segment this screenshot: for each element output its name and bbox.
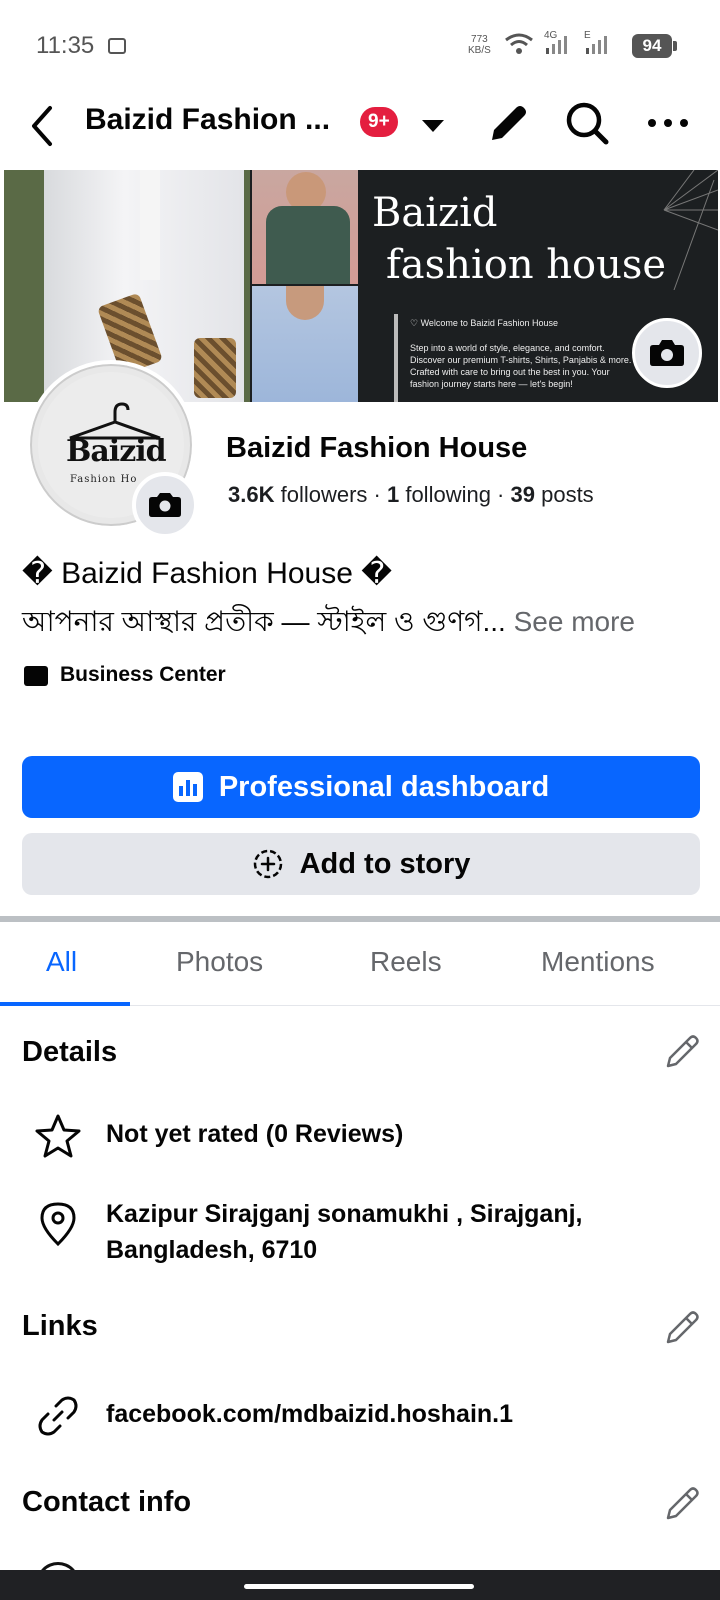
facebook-link[interactable]: facebook.com/mdbaizid.hoshain.1 — [106, 1396, 513, 1432]
pencil-icon[interactable] — [484, 100, 532, 148]
network-speed-unit: KB/S — [468, 45, 491, 56]
bio-line: আপনার আস্থার প্রতীক — স্টাইল ও গুণগ... — [22, 606, 506, 637]
cover-tshirt — [266, 206, 350, 284]
search-icon[interactable] — [562, 98, 612, 148]
camera-icon — [149, 493, 181, 517]
caret-down-icon[interactable] — [418, 110, 448, 140]
avatar-brand: Baizid — [66, 434, 167, 469]
professional-dashboard-label: Professional dashboard — [218, 770, 550, 803]
business-center-link[interactable]: Business Center — [60, 663, 226, 687]
profile-tabs: All Photos Reels Mentions — [0, 922, 720, 1006]
address-text: Kazipur Sirajganj sonamukhi , Sirajganj,… — [106, 1196, 583, 1268]
cover-cuff — [194, 338, 236, 398]
status-bar: 11:35 773 KB/S 4G E 94 — [0, 0, 720, 90]
posts-label: posts — [534, 482, 594, 507]
location-pin-icon — [40, 1202, 76, 1247]
cover-title-line2: fashion house — [386, 242, 667, 288]
cover-title-line1: Baizid — [372, 190, 498, 236]
status-time: 11:35 — [36, 32, 95, 59]
camera-icon — [650, 340, 684, 366]
notification-badge[interactable]: 9+ — [360, 107, 398, 137]
contact-info-title: Contact info — [22, 1486, 192, 1518]
following-count[interactable]: 1 — [387, 482, 399, 507]
active-tab-indicator — [0, 1002, 130, 1006]
page-header: Baizid Fashion ... 9+ — [0, 90, 720, 168]
followers-count[interactable]: 3.6K — [228, 482, 274, 507]
details-title: Details — [22, 1036, 118, 1068]
tab-reels[interactable]: Reels — [370, 946, 442, 978]
cover-placket — [140, 170, 160, 280]
system-nav-bar — [0, 1570, 720, 1600]
back-arrow-icon[interactable] — [22, 98, 62, 154]
add-circle-icon — [253, 849, 282, 879]
edit-links-icon[interactable] — [662, 1308, 702, 1348]
network-speed: 773 KB/S — [468, 34, 491, 56]
dashboard-chart-icon — [172, 772, 203, 802]
tab-photos[interactable]: Photos — [176, 946, 263, 978]
address-line2: Bangladesh, 6710 — [106, 1236, 318, 1264]
avatar-subtitle: Fashion Ho — [70, 474, 138, 485]
tab-all[interactable]: All — [46, 946, 77, 978]
professional-dashboard-button[interactable]: Professional dashboard — [22, 756, 700, 818]
star-icon — [35, 1114, 81, 1158]
add-to-story-label: Add to story — [299, 847, 471, 880]
add-to-story-button[interactable]: Add to story — [22, 833, 700, 895]
rating-text: Not yet rated (0 Reviews) — [106, 1120, 404, 1148]
following-label: following · — [399, 482, 511, 507]
posts-count[interactable]: 39 — [511, 482, 535, 507]
network-speed-value: 773 — [471, 34, 488, 45]
cover-accent-bar — [394, 314, 398, 402]
cover-camera-button[interactable] — [632, 318, 702, 388]
edit-details-icon[interactable] — [662, 1032, 702, 1072]
briefcase-icon — [24, 666, 48, 686]
cover-welcome: ♡ Welcome to Baizid Fashion House — [410, 318, 558, 328]
home-gesture-handle[interactable] — [244, 1584, 474, 1589]
header-title[interactable]: Baizid Fashion ... — [85, 103, 330, 137]
more-options-icon[interactable] — [646, 108, 690, 138]
edit-contact-icon[interactable] — [662, 1484, 702, 1524]
address-line1: Kazipur Sirajganj sonamukhi , Sirajganj, — [106, 1200, 583, 1228]
battery-indicator: 94 — [632, 34, 677, 58]
page-name: Baizid Fashion House — [226, 432, 528, 464]
links-title: Links — [22, 1310, 98, 1342]
bio-text: আপনার আস্থার প্রতীক — স্টাইল ও গুণগ... S… — [22, 600, 635, 647]
tab-mentions[interactable]: Mentions — [541, 946, 655, 978]
cover-description: Step into a world of style, elegance, an… — [410, 343, 632, 389]
see-more-link[interactable]: See more — [506, 606, 635, 637]
avatar-camera-button[interactable] — [132, 472, 198, 538]
bio-title: � Baizid Fashion House � — [22, 557, 393, 590]
screenshot-icon — [108, 38, 126, 54]
followers-label: followers · — [274, 482, 387, 507]
wifi-icon — [505, 33, 533, 54]
link-icon — [38, 1396, 78, 1436]
profile-stats[interactable]: 3.6K followers · 1 following · 39 posts — [228, 482, 594, 508]
